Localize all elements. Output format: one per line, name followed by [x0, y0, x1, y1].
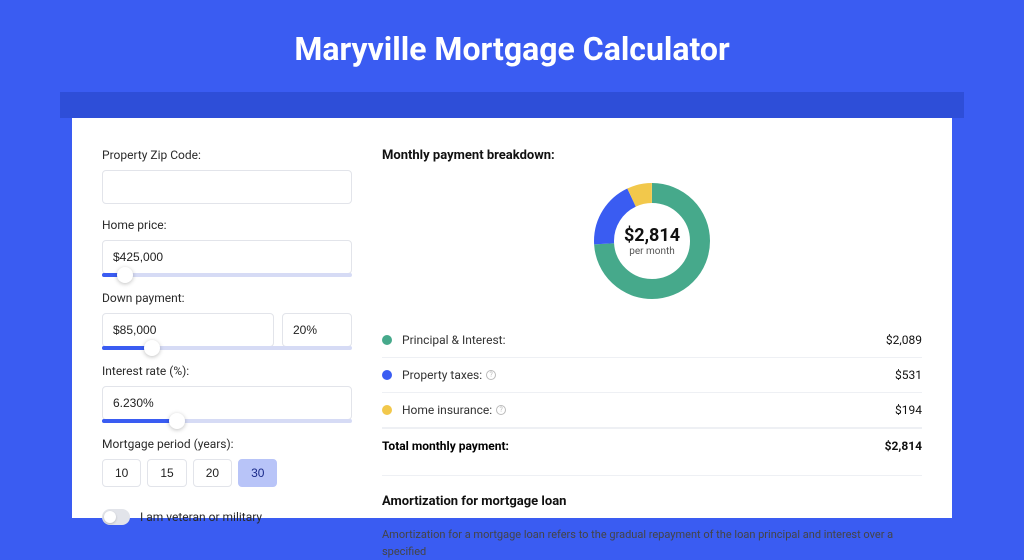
donut-total-sub: per month — [629, 246, 675, 257]
home-price-input[interactable] — [102, 240, 352, 274]
legend-value-pi: $2,089 — [886, 333, 922, 347]
interest-slider-thumb[interactable] — [169, 413, 185, 429]
interest-slider[interactable] — [102, 419, 352, 423]
header-accent-bar — [60, 92, 964, 118]
inputs-column: Property Zip Code: Home price: Down paym… — [102, 148, 352, 518]
amortization-section: Amortization for mortgage loan Amortizat… — [382, 475, 922, 560]
zip-input[interactable] — [102, 170, 352, 204]
legend-row-ins: Home insurance: ? $194 — [382, 393, 922, 428]
period-label: Mortgage period (years): — [102, 437, 352, 451]
down-payment-slider[interactable] — [102, 346, 352, 350]
legend-value-ins: $194 — [895, 403, 922, 417]
veteran-toggle[interactable] — [102, 509, 130, 525]
info-icon[interactable]: ? — [486, 370, 496, 380]
home-price-label: Home price: — [102, 218, 352, 232]
legend-label-ins: Home insurance: ? — [402, 403, 506, 417]
period-option-20[interactable]: 20 — [193, 459, 232, 487]
legend-label-tax: Property taxes: ? — [402, 368, 496, 382]
info-icon[interactable]: ? — [496, 405, 506, 415]
down-payment-field-group: Down payment: — [102, 291, 352, 350]
down-payment-slider-thumb[interactable] — [144, 340, 160, 356]
legend-dot-tax — [382, 370, 392, 380]
interest-label: Interest rate (%): — [102, 364, 352, 378]
donut-center: $2,814 per month — [592, 181, 712, 301]
legend-dot-ins — [382, 405, 392, 415]
legend-total-row: Total monthly payment: $2,814 — [382, 428, 922, 463]
period-field-group: Mortgage period (years): 10 15 20 30 — [102, 437, 352, 487]
interest-input[interactable] — [102, 386, 352, 420]
calculator-card: Property Zip Code: Home price: Down paym… — [72, 118, 952, 518]
home-price-field-group: Home price: — [102, 218, 352, 277]
donut-total-amount: $2,814 — [624, 225, 680, 246]
amortization-title: Amortization for mortgage loan — [382, 494, 922, 509]
donut-chart: $2,814 per month — [592, 181, 712, 301]
period-option-30[interactable]: 30 — [238, 459, 277, 487]
home-price-slider[interactable] — [102, 273, 352, 277]
legend-total-label: Total monthly payment: — [382, 439, 509, 453]
page-title: Maryville Mortgage Calculator — [0, 0, 1024, 92]
breakdown-title: Monthly payment breakdown: — [382, 148, 922, 163]
legend-total-value: $2,814 — [885, 439, 922, 453]
veteran-toggle-knob — [104, 511, 116, 523]
down-payment-pct-input[interactable] — [282, 313, 352, 347]
period-option-10[interactable]: 10 — [102, 459, 141, 487]
legend-row-tax: Property taxes: ? $531 — [382, 358, 922, 393]
down-payment-amount-input[interactable] — [102, 313, 274, 347]
interest-field-group: Interest rate (%): — [102, 364, 352, 423]
period-option-15[interactable]: 15 — [147, 459, 186, 487]
legend-value-tax: $531 — [895, 368, 922, 382]
legend-row-pi: Principal & Interest: $2,089 — [382, 323, 922, 358]
legend-label-pi: Principal & Interest: — [402, 333, 506, 347]
legend-dot-pi — [382, 335, 392, 345]
results-column: Monthly payment breakdown: $2,814 per mo… — [382, 148, 922, 518]
zip-label: Property Zip Code: — [102, 148, 352, 162]
period-options: 10 15 20 30 — [102, 459, 352, 487]
amortization-text: Amortization for a mortgage loan refers … — [382, 527, 922, 560]
veteran-toggle-row: I am veteran or military — [102, 509, 352, 525]
donut-chart-wrap: $2,814 per month — [382, 181, 922, 301]
down-payment-label: Down payment: — [102, 291, 352, 305]
zip-field-group: Property Zip Code: — [102, 148, 352, 204]
home-price-slider-thumb[interactable] — [117, 267, 133, 283]
veteran-label: I am veteran or military — [140, 510, 262, 524]
